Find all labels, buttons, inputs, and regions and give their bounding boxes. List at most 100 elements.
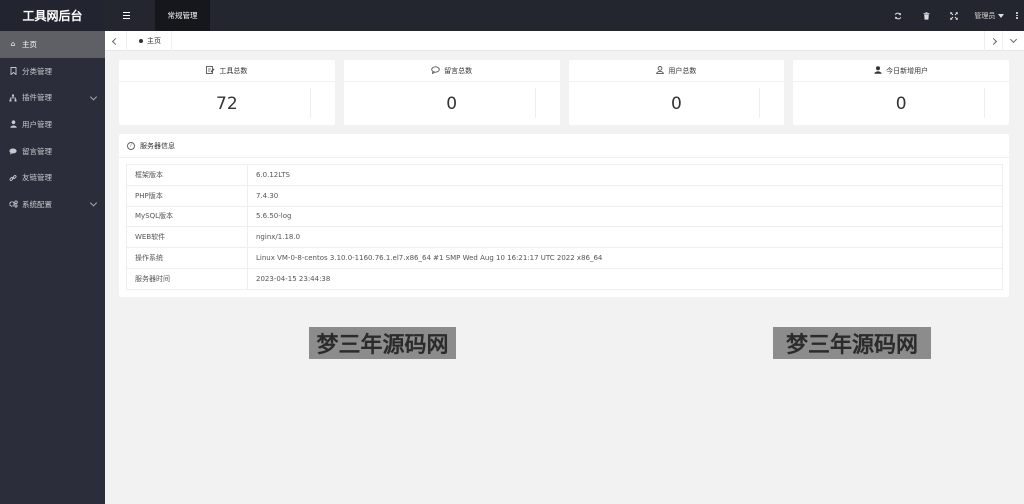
tab-home[interactable]: 主页 bbox=[129, 31, 172, 51]
divider bbox=[534, 88, 536, 118]
chevron-down-icon bbox=[1009, 35, 1018, 43]
sidebar-item-label: 留言管理 bbox=[22, 146, 52, 156]
trash-icon[interactable] bbox=[912, 0, 940, 31]
stat-label: 工具总数 bbox=[219, 66, 248, 75]
info-value: 6.0.12LTS bbox=[247, 164, 1003, 186]
info-value: 7.4.30 bbox=[247, 184, 1003, 207]
sidebar-item-links[interactable]: 友链管理 bbox=[0, 164, 105, 191]
comments-icon bbox=[431, 65, 440, 76]
server-info-panel: i 服务器信息 框架版本 6.0.12LTS PHP版本 7.4.30 MySQ… bbox=[119, 134, 1009, 297]
fullscreen-icon[interactable] bbox=[940, 0, 968, 31]
link-icon bbox=[8, 174, 18, 182]
tabs-scroll-right-button[interactable] bbox=[984, 31, 1002, 51]
table-row: MySQL版本 5.6.50-log bbox=[126, 205, 1003, 228]
chevron-right-icon bbox=[989, 37, 998, 45]
caret-down-icon bbox=[998, 13, 1005, 18]
stat-card-header: 今日新增用户 bbox=[793, 60, 1009, 82]
stat-card-header: 用户总数 bbox=[568, 60, 785, 82]
info-key: PHP版本 bbox=[126, 184, 248, 207]
sidebar-item-home[interactable]: ⌂ 主页 bbox=[0, 31, 105, 58]
home-icon: ⌂ bbox=[10, 40, 16, 49]
stat-value-text: 0 bbox=[895, 93, 907, 114]
sidebar-item-label: 主页 bbox=[22, 39, 37, 49]
sidebar-item-label: 系统配置 bbox=[22, 199, 52, 209]
sidebar-item-label: 插件管理 bbox=[22, 93, 52, 103]
chevron-down-icon bbox=[89, 93, 98, 101]
stat-label: 今日新增用户 bbox=[886, 66, 929, 75]
tab-home-label: 主页 bbox=[147, 37, 161, 45]
stat-card-header: 留言总数 bbox=[343, 60, 560, 82]
stat-card-users: 用户总数 0 bbox=[568, 60, 785, 125]
tab-strip: 主页 bbox=[105, 31, 1024, 51]
tabs-scroll-left-button[interactable] bbox=[105, 31, 127, 51]
app-logo[interactable]: 工具网后台 bbox=[0, 0, 105, 31]
info-value: Linux VM-0-8-centos 3.10.0-1160.76.1.el7… bbox=[247, 247, 1003, 269]
stat-cards: 工具总数 72 留言总数 0 用户总数 0 今日新增用户 0 bbox=[119, 60, 1009, 125]
info-icon: i bbox=[127, 141, 135, 150]
bookmark-icon bbox=[8, 67, 18, 76]
info-key: MySQL版本 bbox=[126, 205, 248, 228]
info-key: 操作系统 bbox=[126, 247, 248, 269]
header-actions: 管理员 bbox=[884, 0, 1018, 31]
sidebar-item-category[interactable]: 分类管理 bbox=[0, 58, 105, 85]
admin-label: 管理员 bbox=[974, 11, 996, 20]
table-row: 操作系统 Linux VM-0-8-centos 3.10.0-1160.76.… bbox=[126, 247, 1003, 269]
stat-value-text: 0 bbox=[446, 93, 458, 114]
chevron-left-icon bbox=[111, 37, 120, 45]
chevron-down-icon bbox=[89, 199, 98, 208]
stat-value: 0 bbox=[344, 82, 560, 125]
server-info-table: 框架版本 6.0.12LTS PHP版本 7.4.30 MySQL版本 5.6.… bbox=[126, 164, 1003, 290]
table-row: WEB软件 nginx/1.18.0 bbox=[126, 226, 1003, 249]
stat-card-header: 工具总数 bbox=[119, 60, 335, 82]
stat-value: 0 bbox=[793, 82, 1009, 125]
top-header: 常规管理 管理员 bbox=[105, 0, 1024, 31]
sidebar: 工具网后台 ⌂ 主页 分类管理 插件管理 用户管理 留言管理 友链管理 系统配置 bbox=[0, 0, 105, 504]
stat-label: 留言总数 bbox=[444, 66, 473, 75]
tab-common-management[interactable]: 常规管理 bbox=[155, 0, 210, 31]
stat-value-text: 0 bbox=[670, 93, 682, 114]
server-info-header: i 服务器信息 bbox=[119, 134, 1009, 158]
info-key: 服务器时间 bbox=[126, 267, 248, 290]
users-icon bbox=[656, 65, 665, 76]
watermark: 梦三年源码网 bbox=[309, 327, 456, 359]
info-key: WEB软件 bbox=[126, 226, 248, 249]
tools-icon bbox=[206, 65, 215, 76]
sidebar-item-messages[interactable]: 留言管理 bbox=[0, 138, 105, 165]
stat-card-tools: 工具总数 72 bbox=[119, 60, 335, 125]
active-dot-icon bbox=[139, 39, 143, 43]
table-row: 框架版本 6.0.12LTS bbox=[126, 164, 1003, 186]
table-row: 服务器时间 2023-04-15 23:44:38 bbox=[126, 267, 1003, 290]
sidebar-item-label: 友链管理 bbox=[22, 173, 52, 183]
stat-value-text: 72 bbox=[216, 93, 238, 114]
sidebar-item-users[interactable]: 用户管理 bbox=[0, 111, 105, 138]
divider bbox=[759, 88, 761, 118]
divider bbox=[984, 88, 985, 118]
stat-value: 0 bbox=[569, 82, 785, 125]
more-vertical-icon[interactable] bbox=[1010, 12, 1018, 19]
sidebar-item-plugins[interactable]: 插件管理 bbox=[0, 84, 105, 111]
admin-menu[interactable]: 管理员 bbox=[968, 11, 1010, 21]
comment-icon bbox=[8, 148, 18, 155]
watermark: 梦三年源码网 bbox=[773, 327, 931, 359]
table-row: PHP版本 7.4.30 bbox=[126, 184, 1003, 207]
info-value: 5.6.50-log bbox=[247, 205, 1003, 228]
stat-value: 72 bbox=[119, 82, 335, 125]
tabs-menu-button[interactable] bbox=[1002, 31, 1024, 51]
info-value: nginx/1.18.0 bbox=[247, 226, 1003, 249]
refresh-icon[interactable] bbox=[884, 0, 912, 31]
stat-card-new-users-today: 今日新增用户 0 bbox=[793, 60, 1009, 125]
stat-label: 用户总数 bbox=[668, 66, 697, 75]
gears-icon bbox=[8, 200, 18, 209]
user-icon bbox=[8, 120, 18, 129]
sidebar-item-system-config[interactable]: 系统配置 bbox=[0, 191, 105, 218]
divider bbox=[309, 88, 311, 118]
sidebar-item-label: 用户管理 bbox=[22, 119, 52, 129]
sitemap-icon bbox=[8, 94, 18, 102]
server-info-title: 服务器信息 bbox=[140, 141, 175, 150]
sidebar-item-label: 分类管理 bbox=[22, 66, 52, 76]
menu-toggle-button[interactable] bbox=[123, 0, 143, 31]
user-add-icon bbox=[874, 65, 882, 76]
info-key: 框架版本 bbox=[126, 164, 248, 186]
stat-card-messages: 留言总数 0 bbox=[343, 60, 560, 125]
info-value: 2023-04-15 23:44:38 bbox=[247, 267, 1003, 290]
